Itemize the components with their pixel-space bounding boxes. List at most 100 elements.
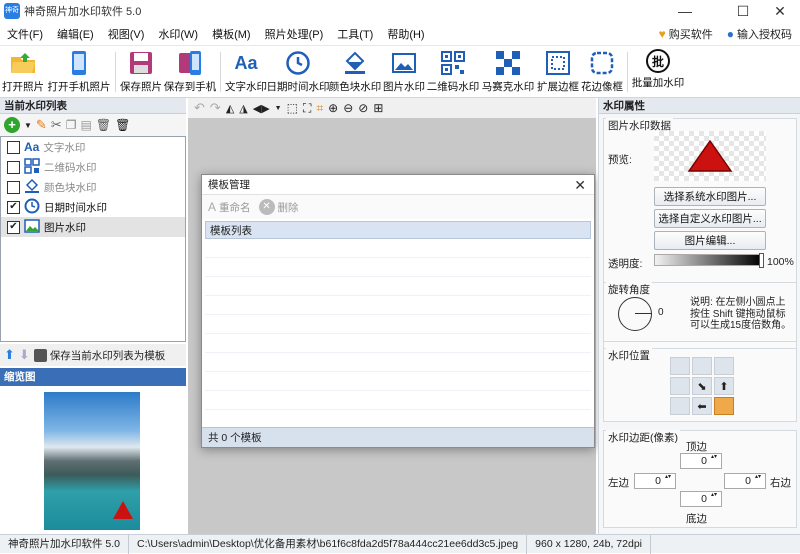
qrcode-watermark-button[interactable]: 二维码水印 — [426, 46, 480, 98]
save-template-button[interactable]: 保存当前水印列表为模板 — [33, 348, 165, 363]
image-watermark-button[interactable]: 图片水印 — [382, 46, 426, 98]
batch-watermark-button[interactable]: 批 批量加水印 — [631, 46, 685, 98]
template-list[interactable] — [205, 239, 591, 427]
text-watermark-button[interactable]: Aa 文字水印 — [224, 46, 268, 98]
opacity-slider-thumb[interactable] — [759, 253, 764, 268]
menu-tools[interactable]: 工具(T) — [330, 26, 380, 42]
section-title: 旋转角度 — [606, 282, 652, 297]
move-up-icon[interactable]: ⬆ — [4, 347, 15, 363]
delete-button[interactable]: ✕ 删除 — [258, 199, 299, 215]
heart-icon: ♥ — [658, 27, 666, 41]
position-center[interactable]: ⬊ — [692, 377, 712, 395]
extend-border-button[interactable]: 扩展边框 — [536, 46, 580, 98]
add-icon[interactable]: + — [4, 117, 20, 133]
license-link[interactable]: ● 输入授权码 — [727, 26, 792, 42]
delete-all-icon[interactable]: 🗑 — [115, 118, 130, 132]
phone-icon — [65, 49, 93, 77]
menu-edit[interactable]: 编辑(E) — [50, 26, 101, 42]
bottom-margin-input[interactable]: 0 — [680, 491, 722, 507]
position-middle-right[interactable]: ⬆ — [714, 377, 734, 395]
watermark-properties-panel: 水印属性 图片水印数据 预览: 选择系统水印图片... 选择自定义水印图片...… — [598, 98, 800, 534]
qrcode-icon — [439, 49, 467, 77]
qrcode-icon — [24, 157, 40, 177]
position-bottom-right-selected[interactable] — [714, 397, 734, 415]
dropdown-arrow-icon[interactable]: ▼ — [24, 121, 32, 130]
list-item[interactable]: Aa 文字水印 — [1, 137, 185, 157]
buy-link[interactable]: ♥ 购买软件 — [659, 26, 713, 42]
menu-view[interactable]: 视图(V) — [101, 26, 152, 42]
list-item[interactable]: 二维码水印 — [1, 157, 185, 177]
copy-icon[interactable]: ❐ — [66, 118, 77, 132]
checkbox-checked[interactable]: ✔ — [7, 200, 20, 214]
menu-watermark[interactable]: 水印(W) — [151, 26, 205, 42]
datetime-watermark-button[interactable]: 日期时间水印 — [267, 46, 330, 98]
position-middle-left[interactable] — [670, 377, 690, 395]
bottom-margin-label: 底边 — [686, 513, 707, 525]
right-margin-label: 右边 — [770, 477, 791, 489]
image-edit-button[interactable]: 图片编辑... — [654, 231, 766, 250]
rotate-icon[interactable]: ◀▶ — [253, 102, 270, 115]
choose-custom-image-button[interactable]: 选择自定义水印图片... — [654, 209, 766, 228]
color-block-watermark-button[interactable]: 颜色块水印 — [328, 46, 382, 98]
fullscreen-icon[interactable]: ⊞ — [373, 101, 383, 115]
trash-icon[interactable]: 🗑 — [96, 118, 111, 132]
lace-frame-button[interactable]: 花边像框 — [580, 46, 624, 98]
zoom-reset-icon[interactable]: ⊘ — [358, 101, 368, 115]
fit-icon[interactable]: ⬚ — [287, 101, 298, 115]
position-bottom-center[interactable]: ⬅ — [692, 397, 712, 415]
checkbox-checked[interactable]: ✔ — [7, 220, 20, 234]
margin-section: 水印边距(像素) 顶边 0 左边 0 0 右边 0 底边 — [603, 430, 797, 528]
position-top-left[interactable] — [670, 357, 690, 375]
image-icon — [390, 49, 418, 77]
right-margin-input[interactable]: 0 — [724, 473, 766, 489]
choose-system-image-button[interactable]: 选择系统水印图片... — [654, 187, 766, 206]
checkbox[interactable] — [7, 160, 20, 174]
list-item-selected[interactable]: ✔ 图片水印 — [1, 217, 185, 237]
save-photo-button[interactable]: 保存照片 — [119, 46, 163, 98]
menu-file[interactable]: 文件(F) — [0, 26, 50, 42]
paste-icon[interactable]: ▤ — [81, 118, 92, 132]
canvas-toolbar: ↶ ↷ ◭ ◮ ◀▶ ▼ ⬚ ⛶ ⌗ ⊕ ⊖ ⊘ ⊞ — [188, 98, 596, 118]
cut-icon[interactable]: ✂ — [51, 117, 62, 133]
pencil-icon[interactable]: ✎ — [36, 117, 47, 133]
list-item[interactable]: ✔ 日期时间水印 — [1, 197, 185, 217]
open-photo-button[interactable]: 打开照片 — [0, 46, 46, 98]
position-top-center[interactable] — [692, 357, 712, 375]
list-item-label: 颜色块水印 — [44, 181, 97, 194]
top-margin-input[interactable]: 0 — [680, 453, 722, 469]
rotation-dial[interactable] — [618, 297, 652, 331]
opacity-slider[interactable] — [654, 253, 764, 268]
undo-icon[interactable]: ↶ — [194, 100, 205, 116]
dialog-close-button[interactable]: ✕ — [574, 175, 586, 195]
position-top-right[interactable] — [714, 357, 734, 375]
thumbnail-image[interactable] — [44, 392, 140, 530]
move-down-icon[interactable]: ⬇ — [19, 347, 30, 363]
zoom-out-icon[interactable]: ⊖ — [343, 101, 353, 115]
watermark-list: Aa 文字水印 二维码水印 颜色块水印 ✔ 日期时间水印 ✔ 图片水印 — [0, 136, 186, 342]
menu-template[interactable]: 模板(M) — [205, 26, 258, 42]
menu-help[interactable]: 帮助(H) — [380, 26, 431, 42]
properties-title: 水印属性 — [599, 98, 800, 114]
dialog-toolbar: A 重命名 ✕ 删除 — [202, 195, 594, 219]
flip-horizontal-icon[interactable]: ◭ — [226, 102, 234, 115]
rename-button[interactable]: A 重命名 — [208, 200, 251, 215]
close-button[interactable]: ✕ — [760, 0, 800, 22]
rotate-dropdown-icon[interactable]: ▼ — [275, 105, 282, 112]
open-phone-photo-button[interactable]: 打开手机照片 — [46, 46, 112, 98]
checkbox[interactable] — [7, 140, 20, 154]
zoom-in-icon[interactable]: ⊕ — [328, 101, 338, 115]
mosaic-watermark-button[interactable]: 马赛克水印 — [480, 46, 536, 98]
minimize-button[interactable]: — — [662, 0, 708, 22]
position-bottom-left[interactable] — [670, 397, 690, 415]
checkbox[interactable] — [7, 180, 20, 194]
save-to-phone-button[interactable]: 保存到手机 — [163, 46, 217, 98]
list-item[interactable]: 颜色块水印 — [1, 177, 185, 197]
flip-vertical-icon[interactable]: ◮ — [239, 102, 247, 115]
actual-size-icon[interactable]: ⛶ — [303, 101, 311, 116]
left-margin-input[interactable]: 0 — [634, 473, 676, 489]
crop-icon[interactable]: ⌗ — [316, 101, 323, 116]
menu-photo[interactable]: 照片处理(P) — [258, 26, 331, 42]
redo-icon[interactable]: ↷ — [210, 100, 221, 116]
save-template-bar: ⬆ ⬇ 保存当前水印列表为模板 — [0, 344, 186, 366]
rotation-handle[interactable] — [635, 313, 652, 314]
